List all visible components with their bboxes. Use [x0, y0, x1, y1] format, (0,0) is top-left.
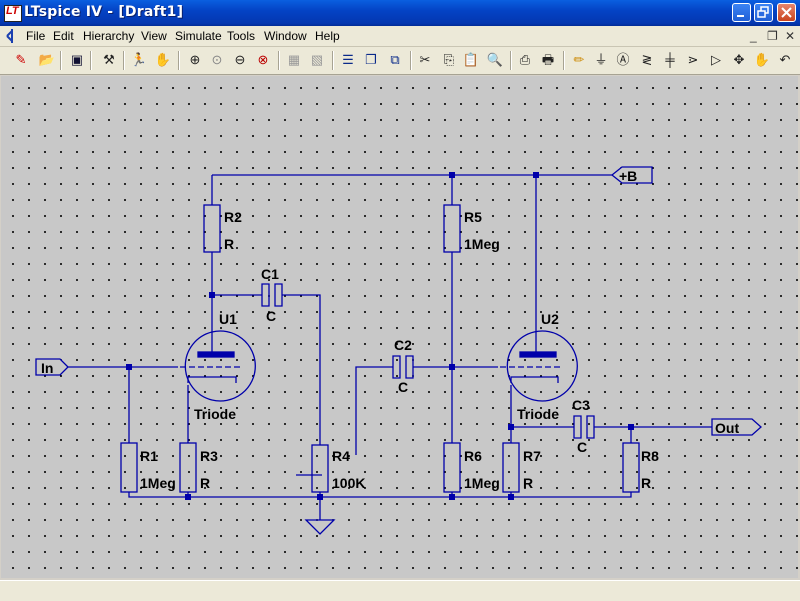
c1-ref: C1 [261, 266, 279, 282]
resistor-r4 [311, 444, 329, 493]
r6-value: 1Meg [464, 475, 500, 491]
r7-ref: R7 [523, 448, 541, 464]
c3-value: C [577, 439, 587, 455]
u2-value: Triode [517, 406, 559, 422]
r5-value: 1Meg [464, 236, 500, 252]
capacitor-c3 [573, 415, 595, 439]
resistor-r7 [502, 442, 520, 493]
r8-value: R [641, 475, 651, 491]
net-out-label: Out [715, 420, 739, 436]
schematic-drawing: +B In Out R2 R R5 1Meg C1 C U1 Triode U2… [35, 166, 762, 535]
u2-ref: U2 [541, 311, 559, 327]
u1-ref: U1 [219, 311, 237, 327]
resistor-r8 [622, 442, 640, 493]
net-in-label: In [41, 360, 53, 376]
capacitor-c1 [261, 283, 283, 307]
status-bar [0, 580, 800, 601]
capacitor-c2 [392, 355, 414, 379]
r2-ref: R2 [224, 209, 242, 225]
c1-value: C [266, 308, 276, 324]
r4-value: 100K [332, 475, 365, 491]
net-plus-b-label: +B [619, 168, 637, 184]
r3-value: R [200, 475, 210, 491]
resistor-r5 [443, 204, 461, 253]
r6-ref: R6 [464, 448, 482, 464]
r8-ref: R8 [641, 448, 659, 464]
u1-value: Triode [194, 406, 236, 422]
r5-ref: R5 [464, 209, 482, 225]
resistor-r2 [203, 204, 221, 253]
c2-value: C [398, 379, 408, 395]
resistor-r6 [443, 442, 461, 493]
r7-value: R [523, 475, 533, 491]
c2-ref: C2 [394, 337, 412, 353]
r1-value: 1Meg [140, 475, 176, 491]
triode-u1 [180, 330, 256, 402]
resistor-r1 [120, 442, 138, 493]
r4-ref: R4 [332, 448, 350, 464]
resistor-r3 [179, 442, 197, 493]
r1-ref: R1 [140, 448, 158, 464]
c3-ref: C3 [572, 397, 590, 413]
r3-ref: R3 [200, 448, 218, 464]
r2-value: R [224, 236, 234, 252]
